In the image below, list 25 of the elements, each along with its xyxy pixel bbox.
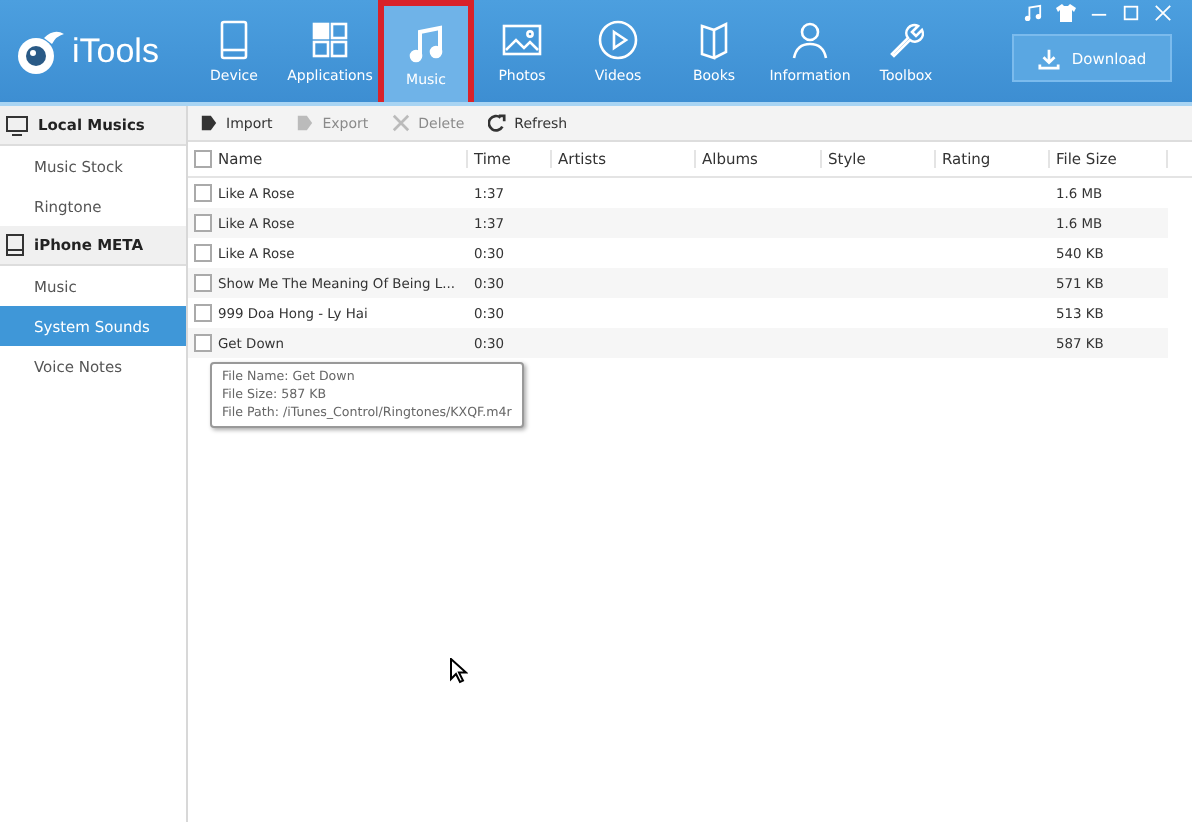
app-name: iTools xyxy=(72,31,159,71)
row-checkbox[interactable] xyxy=(194,274,212,292)
monitor-icon xyxy=(6,115,28,135)
maximize-icon[interactable] xyxy=(1122,4,1140,22)
row-checkbox[interactable] xyxy=(194,334,212,352)
tag-icon xyxy=(200,114,218,132)
logo-icon xyxy=(14,27,66,75)
refresh-icon xyxy=(488,114,507,132)
play-icon xyxy=(596,18,640,62)
music-note-icon[interactable] xyxy=(1024,4,1042,22)
download-icon xyxy=(1037,47,1060,69)
tag-icon xyxy=(296,114,315,132)
select-all-checkbox[interactable] xyxy=(194,150,212,168)
cross-icon xyxy=(392,114,411,132)
row-checkbox[interactable] xyxy=(194,304,212,322)
row-checkbox[interactable] xyxy=(194,184,212,202)
close-icon[interactable] xyxy=(1154,4,1172,22)
phone-icon xyxy=(6,234,24,256)
row-checkbox[interactable] xyxy=(194,214,212,232)
row-checkbox[interactable] xyxy=(194,244,212,262)
grid-icon xyxy=(308,18,352,62)
music-note-icon xyxy=(404,21,448,65)
cursor-icon xyxy=(450,658,468,684)
shirt-icon[interactable] xyxy=(1056,4,1076,22)
person-icon xyxy=(788,18,832,62)
